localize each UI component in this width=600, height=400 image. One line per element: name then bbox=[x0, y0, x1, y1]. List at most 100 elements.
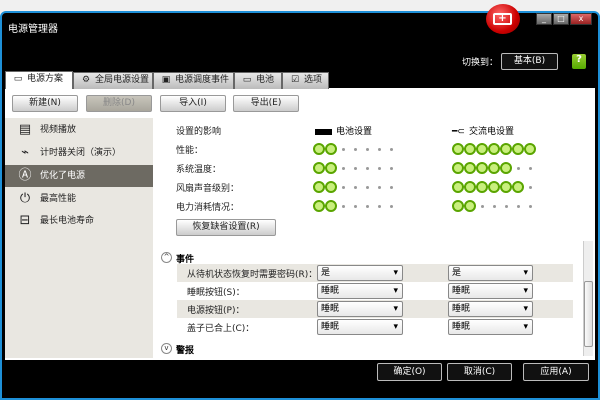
tab-options[interactable]: ☑ 选项 bbox=[282, 72, 329, 89]
battery-icon bbox=[315, 128, 332, 135]
apply-button[interactable]: 应用(A) bbox=[523, 363, 589, 381]
level-dot bbox=[512, 201, 524, 211]
level-dot bbox=[476, 182, 488, 192]
plan-video[interactable]: ▤ 视频播放 bbox=[5, 119, 153, 141]
plan-max-performance[interactable]: ⏻ 最高性能 bbox=[5, 188, 153, 210]
ok-button[interactable]: 确定(O) bbox=[377, 363, 442, 381]
switch-label: 切换到： bbox=[462, 58, 499, 68]
level-dot bbox=[452, 163, 464, 173]
new-button[interactable]: 新建(N) bbox=[12, 95, 78, 112]
battery-level-indicator bbox=[313, 144, 397, 154]
plug-icon: ━⊂ bbox=[452, 127, 465, 137]
tab-power-plans[interactable]: ▭ 电源方案 bbox=[5, 71, 73, 89]
battery-select[interactable]: 睡眠 bbox=[317, 301, 403, 317]
level-dot bbox=[524, 182, 536, 192]
level-dot bbox=[488, 144, 500, 154]
impact-label: 风扇声音级别： bbox=[176, 184, 240, 194]
cancel-button[interactable]: 取消(C) bbox=[447, 363, 512, 381]
level-dot bbox=[325, 163, 337, 173]
basic-mode-button[interactable]: 基本(B) bbox=[501, 53, 558, 70]
tab-schedule[interactable]: ▣ 电源调度事件 bbox=[153, 72, 234, 89]
ac-select[interactable]: 睡眠 bbox=[448, 301, 533, 317]
ac-level-indicator bbox=[452, 201, 536, 211]
export-button[interactable]: 导出(E) bbox=[233, 95, 299, 112]
level-dot bbox=[512, 144, 524, 154]
restore-defaults-button[interactable]: 恢复缺省设置(R) bbox=[176, 219, 276, 236]
event-row: 从待机状态恢复时需要密码(R)： 是 是 bbox=[177, 264, 573, 282]
chevron-up-icon[interactable]: ^ bbox=[161, 252, 172, 263]
event-label: 睡眠按钮(S)： bbox=[187, 288, 245, 298]
level-dot bbox=[313, 144, 325, 154]
battery-select[interactable]: 睡眠 bbox=[317, 319, 403, 335]
ac-level-indicator bbox=[452, 182, 536, 192]
level-dot bbox=[313, 182, 325, 192]
ac-select[interactable]: 是 bbox=[448, 265, 533, 281]
level-dot bbox=[524, 163, 536, 173]
level-dot bbox=[373, 182, 385, 192]
level-dot bbox=[512, 182, 524, 192]
gear-icon: ⚙ bbox=[81, 75, 91, 85]
level-dot bbox=[385, 182, 397, 192]
level-dot bbox=[337, 144, 349, 154]
delete-button[interactable]: 删除(D) bbox=[86, 95, 152, 112]
level-dot bbox=[464, 201, 476, 211]
level-dot bbox=[385, 163, 397, 173]
ac-select[interactable]: 睡眠 bbox=[448, 319, 533, 335]
plan-optimized[interactable]: Ⓐ 优化了电源 bbox=[5, 165, 153, 187]
impact-title: 设置的影响 bbox=[176, 127, 222, 137]
level-dot bbox=[325, 201, 337, 211]
maximize-button[interactable]: □ bbox=[553, 13, 569, 25]
window-title: 电源管理器 bbox=[8, 24, 58, 35]
tab-global-settings[interactable]: ⚙ 全局电源设置 bbox=[73, 72, 153, 89]
tab-battery[interactable]: ▭ 电池 bbox=[234, 72, 282, 89]
impact-label: 系统温度： bbox=[176, 165, 222, 175]
level-dot bbox=[337, 182, 349, 192]
event-row: 盖子已合上(C)： 睡眠 睡眠 bbox=[177, 318, 573, 336]
level-dot bbox=[452, 144, 464, 154]
battery-clock-icon: ⊟ bbox=[19, 213, 31, 228]
battery-level-indicator bbox=[313, 163, 397, 173]
level-dot bbox=[476, 163, 488, 173]
scrollbar-thumb[interactable] bbox=[584, 281, 593, 347]
level-dot bbox=[500, 201, 512, 211]
level-dot bbox=[488, 201, 500, 211]
level-dot bbox=[464, 182, 476, 192]
ac-select[interactable]: 睡眠 bbox=[448, 283, 533, 299]
level-dot bbox=[476, 144, 488, 154]
help-icon[interactable]: ? bbox=[572, 54, 586, 69]
battery-icon: ▭ bbox=[242, 75, 252, 85]
level-dot bbox=[452, 182, 464, 192]
document-icon: ▭ bbox=[13, 74, 23, 84]
level-dot bbox=[361, 201, 373, 211]
level-dot bbox=[488, 163, 500, 173]
level-dot bbox=[476, 201, 488, 211]
level-dot bbox=[349, 163, 361, 173]
level-dot bbox=[500, 182, 512, 192]
event-label: 盖子已合上(C)： bbox=[187, 324, 255, 334]
plan-timer-off[interactable]: ⌁ 计时器关闭（演示） bbox=[5, 142, 153, 164]
event-label: 电源按钮(P)： bbox=[187, 306, 245, 316]
auto-icon: Ⓐ bbox=[18, 168, 32, 183]
event-label: 从待机状态恢复时需要密码(R)： bbox=[187, 270, 318, 280]
level-dot bbox=[385, 201, 397, 211]
level-dot bbox=[500, 144, 512, 154]
chevron-down-icon[interactable]: v bbox=[161, 343, 172, 354]
minimize-button[interactable]: _ bbox=[536, 13, 552, 25]
battery-select[interactable]: 睡眠 bbox=[317, 283, 403, 299]
level-dot bbox=[488, 182, 500, 192]
level-dot bbox=[464, 163, 476, 173]
close-button[interactable]: x bbox=[570, 13, 592, 25]
schedule-icon: ▣ bbox=[161, 75, 171, 85]
plan-list: ▤ 视频播放 ⌁ 计时器关闭（演示） Ⓐ 优化了电源 ⏻ 最高性能 ⊟ 最长电池寿命 bbox=[5, 118, 153, 358]
level-dot bbox=[349, 201, 361, 211]
plan-max-battery[interactable]: ⊟ 最长电池寿命 bbox=[5, 210, 153, 232]
ac-header: ━⊂ 交流电设置 bbox=[452, 127, 514, 137]
import-button[interactable]: 导入(I) bbox=[160, 95, 226, 112]
level-dot bbox=[385, 144, 397, 154]
battery-logo-icon: + bbox=[486, 4, 520, 34]
level-dot bbox=[373, 201, 385, 211]
level-dot bbox=[325, 144, 337, 154]
battery-select[interactable]: 是 bbox=[317, 265, 403, 281]
level-dot bbox=[512, 163, 524, 173]
impact-label: 性能： bbox=[176, 146, 204, 156]
